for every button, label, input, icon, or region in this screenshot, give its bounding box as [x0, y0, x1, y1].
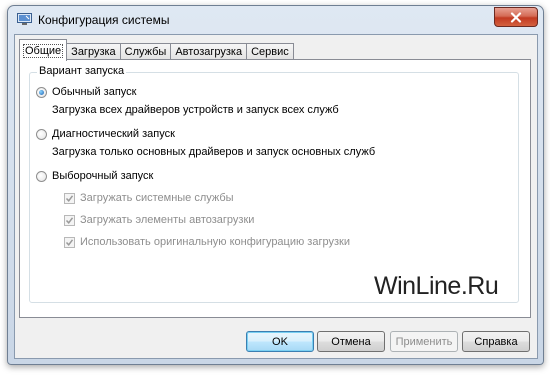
tab-strip: Общие Загрузка Службы Автозагрузка Серви…: [19, 39, 294, 61]
tab-general-label: Общие: [22, 43, 64, 58]
msconfig-app-icon: [17, 13, 32, 25]
tab-tools-label: Сервис: [251, 46, 289, 58]
tab-startup-label: Автозагрузка: [175, 46, 243, 58]
load-system-services-label: Загружать системные службы: [80, 192, 234, 204]
system-configuration-window: Конфигурация системы Общие Загрузка Служ…: [7, 5, 544, 365]
load-startup-items-label: Загружать элементы автозагрузки: [80, 214, 255, 226]
tab-startup[interactable]: Автозагрузка: [170, 43, 248, 60]
diagnostic-startup-description: Загрузка только основных драйверов и зап…: [52, 146, 376, 158]
normal-startup-radio[interactable]: [36, 86, 47, 98]
group-legend: Вариант запуска: [37, 65, 127, 77]
selective-startup-label: Выборочный запуск: [52, 170, 154, 182]
use-original-boot-config-checkbox[interactable]: [64, 236, 75, 248]
normal-startup-description: Загрузка всех драйверов устройств и запу…: [52, 104, 339, 116]
startup-selection-group: Вариант запуска Обычный запуск Загрузка …: [29, 65, 519, 303]
dialog-client-area: Общие Загрузка Службы Автозагрузка Серви…: [14, 34, 538, 359]
normal-startup-option[interactable]: Обычный запуск: [36, 86, 136, 98]
close-icon: [510, 11, 522, 23]
checkmark-icon: [65, 238, 74, 246]
apply-button[interactable]: Применить: [390, 331, 458, 352]
tab-services-label: Службы: [124, 46, 167, 58]
checkmark-icon: [65, 216, 74, 224]
close-button[interactable]: [494, 7, 538, 27]
tab-services[interactable]: Службы: [119, 43, 172, 60]
normal-startup-label: Обычный запуск: [52, 86, 137, 98]
load-system-services-checkbox[interactable]: [64, 192, 75, 204]
checkmark-icon: [65, 194, 74, 202]
use-original-boot-config-option[interactable]: Использовать оригинальную конфигурацию з…: [64, 236, 350, 248]
selective-startup-option[interactable]: Выборочный запуск: [36, 170, 153, 182]
selective-startup-radio[interactable]: [36, 170, 47, 182]
use-original-boot-config-label: Использовать оригинальную конфигурацию з…: [80, 236, 350, 248]
tab-boot[interactable]: Загрузка: [66, 43, 121, 60]
diagnostic-startup-label: Диагностический запуск: [52, 128, 175, 140]
ok-button[interactable]: OK: [246, 331, 314, 352]
watermark-text: WinLine.Ru: [374, 272, 499, 300]
load-system-services-option[interactable]: Загружать системные службы: [64, 192, 234, 204]
help-button[interactable]: Справка: [462, 331, 530, 352]
tab-general[interactable]: Общие: [19, 39, 68, 61]
title-bar[interactable]: Конфигурация системы: [8, 6, 543, 34]
cancel-button[interactable]: Отмена: [317, 331, 385, 352]
diagnostic-startup-option[interactable]: Диагностический запуск: [36, 128, 175, 140]
tab-tools[interactable]: Сервис: [246, 43, 294, 60]
tab-boot-label: Загрузка: [71, 46, 116, 58]
window-title: Конфигурация системы: [38, 13, 170, 27]
load-startup-items-checkbox[interactable]: [64, 214, 75, 226]
load-startup-items-option[interactable]: Загружать элементы автозагрузки: [64, 214, 254, 226]
diagnostic-startup-radio[interactable]: [36, 128, 47, 140]
